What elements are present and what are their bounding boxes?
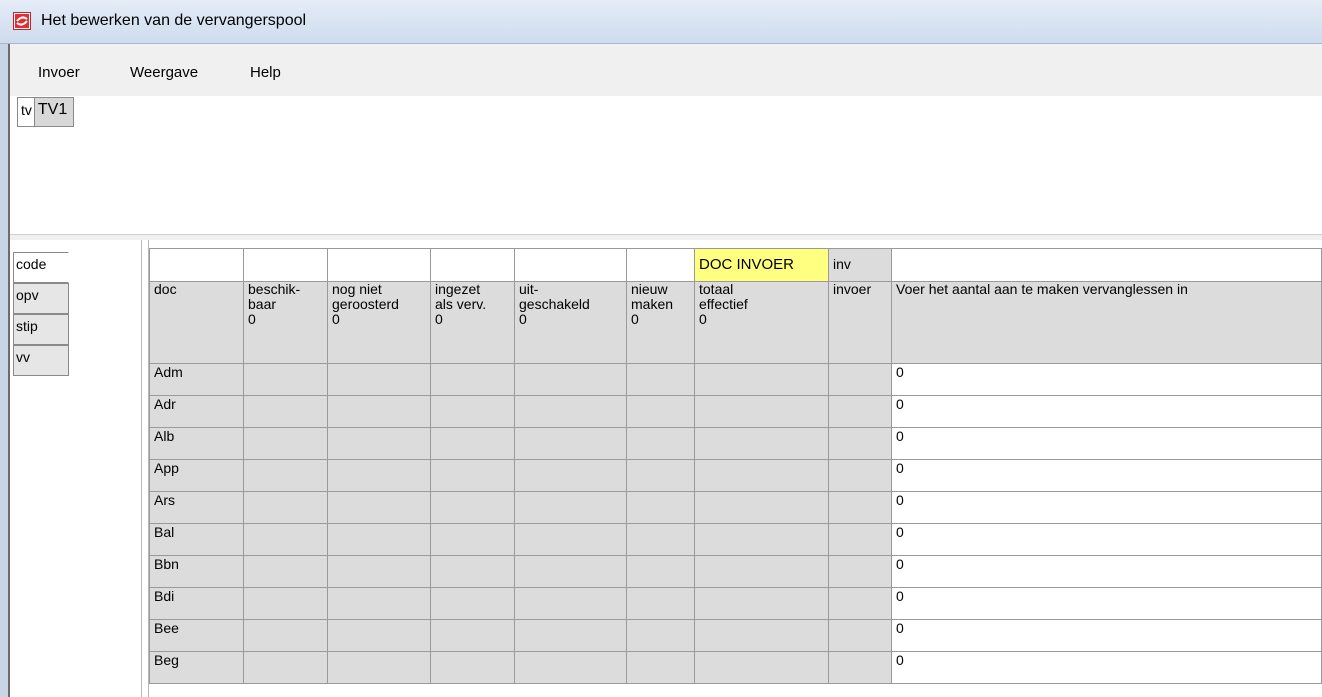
table-row: Adm 0 (149, 363, 1322, 396)
pane-splitter[interactable] (10, 234, 1322, 240)
table-row: Bal 0 (149, 523, 1322, 556)
row-doc: Bee (149, 619, 244, 652)
doc-invoer-label: DOC INVOER (694, 248, 829, 282)
window-title: Het bewerken van de vervangerspool (41, 12, 307, 29)
row-value-input[interactable]: 0 (891, 587, 1322, 620)
row-value-input[interactable]: 0 (891, 651, 1322, 684)
header-nieuw-maken: nieuw maken 0 (626, 281, 695, 364)
pool-tab[interactable]: tv TV1 (17, 97, 75, 127)
table-row: Ars 0 (149, 491, 1322, 524)
table-row: Bee 0 (149, 619, 1322, 652)
row-doc: Bal (149, 523, 244, 556)
row-value-input[interactable]: 0 (891, 555, 1322, 588)
inv-label: inv (828, 248, 892, 282)
row-value-input[interactable]: 0 (891, 395, 1322, 428)
row-value-input[interactable]: 0 (891, 619, 1322, 652)
menu-invoer[interactable]: Invoer (38, 64, 80, 81)
row-doc: Adr (149, 395, 244, 428)
top-cell (891, 248, 1322, 282)
row-doc: Adm (149, 363, 244, 396)
table-row: Bbn 0 (149, 555, 1322, 588)
table-row: App 0 (149, 459, 1322, 492)
side-tab-code[interactable]: code (13, 252, 69, 283)
top-cell (514, 248, 627, 282)
row-value-input[interactable]: 0 (891, 459, 1322, 492)
row-value-input[interactable]: 0 (891, 523, 1322, 556)
row-value-input[interactable]: 0 (891, 427, 1322, 460)
app-icon (13, 12, 31, 30)
menu-weergave[interactable]: Weergave (130, 64, 198, 81)
pool-tab-name: TV1 (37, 101, 68, 118)
side-tabs: code opv stip vv (13, 252, 69, 376)
menu-help[interactable]: Help (250, 64, 281, 81)
grid-divider (141, 240, 149, 697)
header-totaal-effectief: totaal effectief 0 (694, 281, 829, 364)
side-tab-vv[interactable]: vv (13, 345, 69, 376)
window-frame-left (0, 44, 10, 697)
header-doc: doc (149, 281, 244, 364)
substitute-pool-grid: DOC INVOER inv doc beschik-baar 0 nog nie… (149, 248, 1322, 684)
header-uitgeschakeld: uit-geschakeld 0 (514, 281, 627, 364)
top-cell (327, 248, 431, 282)
row-doc: Bdi (149, 587, 244, 620)
top-cell (243, 248, 328, 282)
header-beschikbaar: beschik-baar 0 (243, 281, 328, 364)
header-instruction: Voer het aantal aan te maken vervangless… (891, 281, 1322, 364)
top-cell (149, 248, 244, 282)
header-nog-niet-geroosterd: nog niet geroosterd 0 (327, 281, 431, 364)
side-tab-stip[interactable]: stip (13, 314, 69, 345)
header-ingezet: ingezet als verv. 0 (430, 281, 515, 364)
menu-bar: Invoer Weergave Help (10, 44, 1322, 96)
row-value-input[interactable]: 0 (891, 363, 1322, 396)
row-doc: Bbn (149, 555, 244, 588)
table-row: Alb 0 (149, 427, 1322, 460)
header-invoer: invoer (828, 281, 892, 364)
row-value-input[interactable]: 0 (891, 491, 1322, 524)
top-cell (626, 248, 695, 282)
pool-tab-code: tv (18, 98, 35, 126)
table-row: Beg 0 (149, 651, 1322, 684)
table-row: Bdi 0 (149, 587, 1322, 620)
row-doc: App (149, 459, 244, 492)
top-cell (430, 248, 515, 282)
title-bar: Het bewerken van de vervangerspool (0, 0, 1322, 44)
row-doc: Alb (149, 427, 244, 460)
table-row: Adr 0 (149, 395, 1322, 428)
row-doc: Ars (149, 491, 244, 524)
row-doc: Beg (149, 651, 244, 684)
side-tab-opv[interactable]: opv (13, 283, 69, 314)
